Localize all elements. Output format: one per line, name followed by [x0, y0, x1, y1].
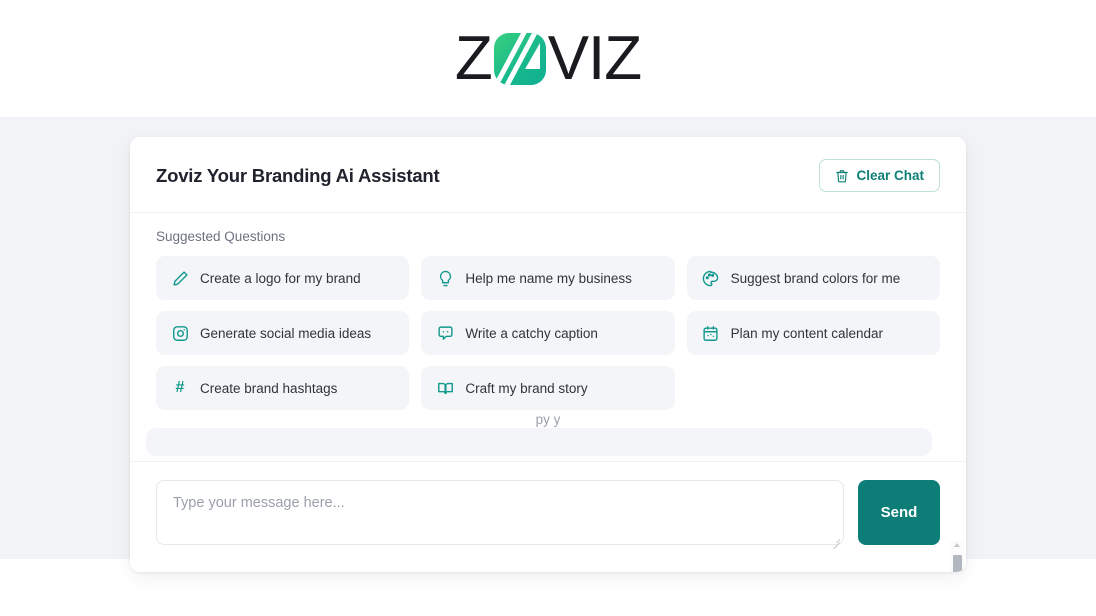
clear-chat-button[interactable]: Clear Chat — [819, 159, 940, 192]
suggested-questions-grid: Create a logo for my brand Help me name … — [156, 256, 940, 410]
zoviz-logo-mark-icon — [493, 32, 546, 85]
suggestion-name-business[interactable]: Help me name my business — [421, 256, 675, 300]
message-input[interactable] — [156, 480, 844, 545]
logo-letter-z-last: Z — [604, 23, 642, 93]
trash-icon — [835, 169, 849, 183]
assistant-card: Zoviz Your Branding Ai Assistant Clear C… — [130, 137, 966, 572]
suggested-questions-label: Suggested Questions — [156, 229, 286, 244]
suggestion-brand-colors[interactable]: Suggest brand colors for me — [686, 256, 940, 300]
suggestion-social-media-ideas[interactable]: Generate social media ideas — [156, 311, 410, 355]
suggestion-create-logo[interactable]: Create a logo for my brand — [156, 256, 410, 300]
logo-letters-vi: VI — [547, 23, 606, 93]
page-title: Zoviz Your Branding Ai Assistant — [156, 164, 440, 186]
message-composer: Send — [130, 462, 966, 572]
lightbulb-icon — [436, 269, 454, 287]
scrollbar-thumb[interactable] — [952, 555, 962, 572]
suggestion-label: Help me name my business — [465, 270, 632, 286]
suggestion-label: Suggest brand colors for me — [730, 270, 901, 286]
suggestion-content-calendar[interactable]: Plan my content calendar — [686, 311, 940, 355]
suggestion-label: Write a catchy caption — [465, 325, 598, 341]
divider — [130, 461, 966, 462]
send-button[interactable]: Send — [858, 480, 940, 545]
suggestion-label: Create brand hashtags — [200, 380, 338, 396]
suggestion-label: Generate social media ideas — [200, 325, 372, 341]
chat-scrollbar[interactable] — [950, 541, 964, 572]
suggestion-label: Create a logo for my brand — [200, 270, 361, 286]
brand-header: Z VI Z — [0, 0, 1096, 117]
logo-letter-z-first: Z — [454, 23, 493, 93]
chat-message-partial: py y — [535, 412, 561, 427]
suggestion-catchy-caption[interactable]: Write a catchy caption — [421, 311, 675, 355]
suggestion-label: Plan my content calendar — [730, 325, 883, 341]
calendar-icon — [702, 324, 720, 342]
clear-chat-label: Clear Chat — [856, 168, 924, 183]
suggestion-brand-story[interactable]: Craft my brand story — [421, 366, 675, 410]
zoviz-logo: Z VI Z — [455, 27, 642, 89]
speech-bubble-icon — [436, 324, 454, 342]
instagram-icon — [171, 324, 189, 342]
page-canvas: Zoviz Your Branding Ai Assistant Clear C… — [0, 117, 1096, 572]
scroll-up-arrow-icon[interactable] — [954, 543, 960, 547]
chat-message-list[interactable]: py y — [130, 410, 966, 462]
suggested-questions-panel: Suggested Questions Create a logo for my… — [130, 213, 966, 410]
pen-icon — [171, 269, 189, 287]
message-input-wrapper — [156, 480, 844, 550]
book-icon — [436, 379, 454, 397]
suggestion-label: Craft my brand story — [465, 380, 588, 396]
hash-icon: # — [175, 379, 185, 396]
card-header: Zoviz Your Branding Ai Assistant Clear C… — [130, 137, 966, 213]
chat-message-bubble — [146, 428, 932, 456]
palette-icon — [702, 269, 720, 287]
suggestion-brand-hashtags[interactable]: # Create brand hashtags — [156, 366, 410, 410]
